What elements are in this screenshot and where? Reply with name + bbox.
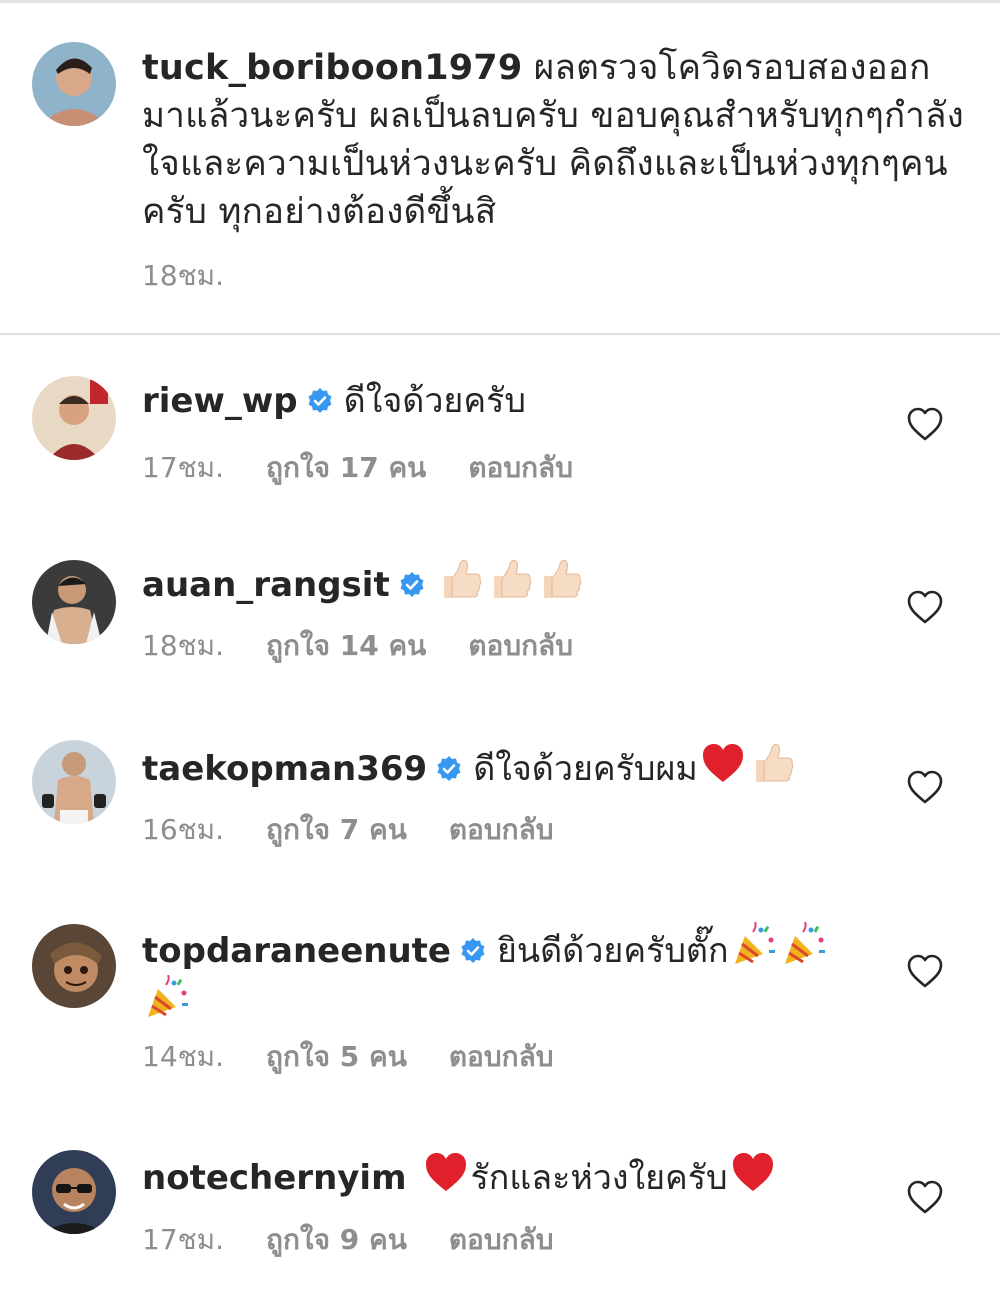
thumbs-up-emoji [538, 556, 584, 602]
party-popper-emoji [144, 975, 190, 1021]
heart-outline-icon[interactable] [906, 589, 944, 625]
comment-text: รักและห่วงใยครับ [470, 1158, 728, 1198]
reply-button[interactable]: ตอบกลับ [468, 451, 573, 484]
comment-text: ยินดีด้วยครับตั๊ก [497, 931, 729, 971]
verified-badge-icon [459, 937, 487, 965]
comment-body: riew_wp ดีใจด้วยครับ [142, 377, 902, 425]
heart-outline-icon[interactable] [906, 769, 944, 805]
comment-meta: 17ชม. ถูกใจ 9 คน ตอบกลับ [142, 1218, 596, 1262]
comment-timestamp: 18ชม. [142, 629, 224, 662]
heart-outline-icon[interactable] [906, 953, 944, 989]
commenter-avatar[interactable] [32, 1150, 116, 1234]
section-divider [0, 333, 1000, 335]
comment-username[interactable]: topdaraneenute [142, 931, 451, 971]
comment-body: topdaraneenute ยินดีด้วยครับตั๊ก [142, 922, 862, 1028]
thumbs-up-emoji [438, 556, 484, 602]
comment-timestamp: 14ชม. [142, 1040, 224, 1073]
verified-badge-icon [306, 387, 334, 415]
comment-likes[interactable]: ถูกใจ 14 คน [266, 629, 426, 662]
reply-button[interactable]: ตอบกลับ [449, 1040, 554, 1073]
commenter-avatar[interactable] [32, 560, 116, 644]
comment-meta: 14ชม. ถูกใจ 5 คน ตอบกลับ [142, 1035, 596, 1079]
comment-meta: 18ชม. ถูกใจ 14 คน ตอบกลับ [142, 624, 615, 668]
party-popper-emoji [731, 922, 777, 968]
thumbs-up-emoji [488, 556, 534, 602]
top-divider [0, 0, 1000, 3]
party-popper-emoji [781, 922, 827, 968]
post-author-avatar[interactable] [32, 42, 116, 126]
comment-timestamp: 16ชม. [142, 813, 224, 846]
comment-body: notechernyim รักและห่วงใยครับ [142, 1149, 902, 1202]
comment-likes[interactable]: ถูกใจ 17 คน [266, 451, 426, 484]
reply-button[interactable]: ตอบกลับ [468, 629, 573, 662]
reply-button[interactable]: ตอบกลับ [449, 1223, 554, 1256]
verified-badge-icon [435, 755, 463, 783]
red-heart-emoji [730, 1149, 776, 1195]
post-author-username[interactable]: tuck_boriboon1979 [142, 48, 522, 88]
reply-button[interactable]: ตอบกลับ [449, 813, 554, 846]
comment-username[interactable]: auan_rangsit [142, 565, 390, 605]
comment-likes[interactable]: ถูกใจ 5 คน [266, 1040, 407, 1073]
red-heart-emoji [423, 1149, 469, 1195]
comment-body: taekopman369 ดีใจด้วยครับผม [142, 740, 902, 793]
post-timestamp: 18ชม. [142, 259, 224, 292]
comment-username[interactable]: taekopman369 [142, 749, 427, 789]
heart-outline-icon[interactable] [906, 406, 944, 442]
commenter-avatar[interactable] [32, 376, 116, 460]
comment-timestamp: 17ชม. [142, 451, 224, 484]
comment-likes[interactable]: ถูกใจ 7 คน [266, 813, 407, 846]
heart-outline-icon[interactable] [906, 1179, 944, 1215]
comment-body: auan_rangsit [142, 556, 902, 609]
commenter-avatar[interactable] [32, 740, 116, 824]
comment-text: ดีใจด้วยครับผม [473, 749, 698, 789]
comment-likes[interactable]: ถูกใจ 9 คน [266, 1223, 407, 1256]
red-heart-emoji [700, 740, 746, 786]
post-caption: tuck_boriboon1979 ผลตรวจโควิดรอบสองออกมา… [142, 44, 972, 236]
comment-meta: 17ชม. ถูกใจ 17 คน ตอบกลับ [142, 446, 615, 490]
verified-badge-icon [398, 571, 426, 599]
comment-text: ดีใจด้วยครับ [343, 381, 526, 421]
thumbs-up-emoji [750, 740, 796, 786]
comment-username[interactable]: notechernyim [142, 1158, 407, 1198]
comment-meta: 16ชม. ถูกใจ 7 คน ตอบกลับ [142, 808, 596, 852]
comment-timestamp: 17ชม. [142, 1223, 224, 1256]
commenter-avatar[interactable] [32, 924, 116, 1008]
comment-username[interactable]: riew_wp [142, 381, 298, 421]
